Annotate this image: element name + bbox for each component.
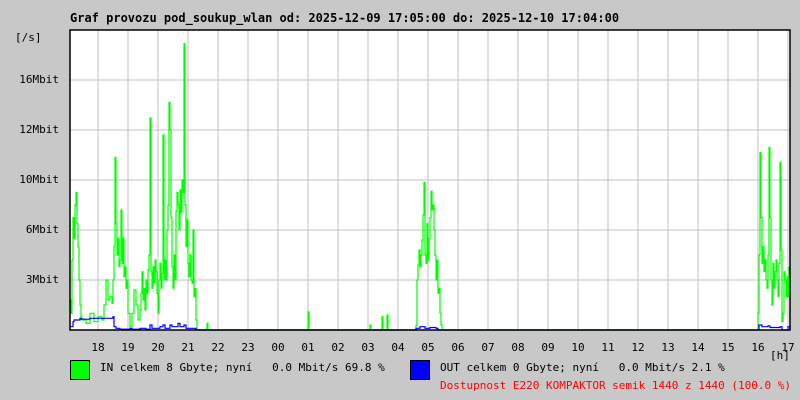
legend-in-swatch — [70, 360, 90, 380]
y-tick-label: 3Mbit — [25, 273, 59, 286]
x-tick-label: 02 — [331, 341, 345, 354]
x-tick-label: 22 — [211, 341, 225, 354]
availability-text: Dostupnost E220 KOMPAKTOR semik 1440 z 1… — [440, 379, 791, 392]
traffic-chart — [69, 29, 791, 331]
y-tick-label: 12Mbit — [19, 123, 59, 136]
x-tick-label: 11 — [601, 341, 615, 354]
y-tick-label: 16Mbit — [19, 73, 59, 86]
x-tick-label: 01 — [301, 341, 315, 354]
x-tick-label: 14 — [691, 341, 705, 354]
x-tick-label: 19 — [121, 341, 135, 354]
legend-out-text: OUT celkem 0 Gbyte; nyní 0.0 Mbit/s 2.1 … — [440, 361, 725, 374]
x-tick-label: 09 — [541, 341, 555, 354]
x-tick-label: 16 — [751, 341, 765, 354]
x-tick-label: 04 — [391, 341, 405, 354]
x-tick-label: 10 — [571, 341, 585, 354]
x-tick-label: 00 — [271, 341, 285, 354]
x-tick-label: 05 — [421, 341, 435, 354]
x-tick-label: 03 — [361, 341, 375, 354]
x-tick-label: 06 — [451, 341, 465, 354]
y-tick-label: 10Mbit — [19, 173, 59, 186]
x-tick-label: 08 — [511, 341, 525, 354]
x-tick-label: 13 — [661, 341, 675, 354]
x-tick-label: 07 — [481, 341, 495, 354]
x-tick-label: 20 — [151, 341, 165, 354]
x-tick-label: 15 — [721, 341, 735, 354]
x-tick-label: 23 — [241, 341, 255, 354]
y-tick-label: 6Mbit — [25, 223, 59, 236]
legend-in-text: IN celkem 8 Gbyte; nyní 0.0 Mbit/s 69.8 … — [100, 361, 385, 374]
x-tick-label: 21 — [181, 341, 195, 354]
x-tick-label: 12 — [631, 341, 645, 354]
x-tick-label: 17 — [781, 341, 795, 354]
legend-out-swatch — [410, 360, 430, 380]
x-tick-label: 18 — [91, 341, 105, 354]
